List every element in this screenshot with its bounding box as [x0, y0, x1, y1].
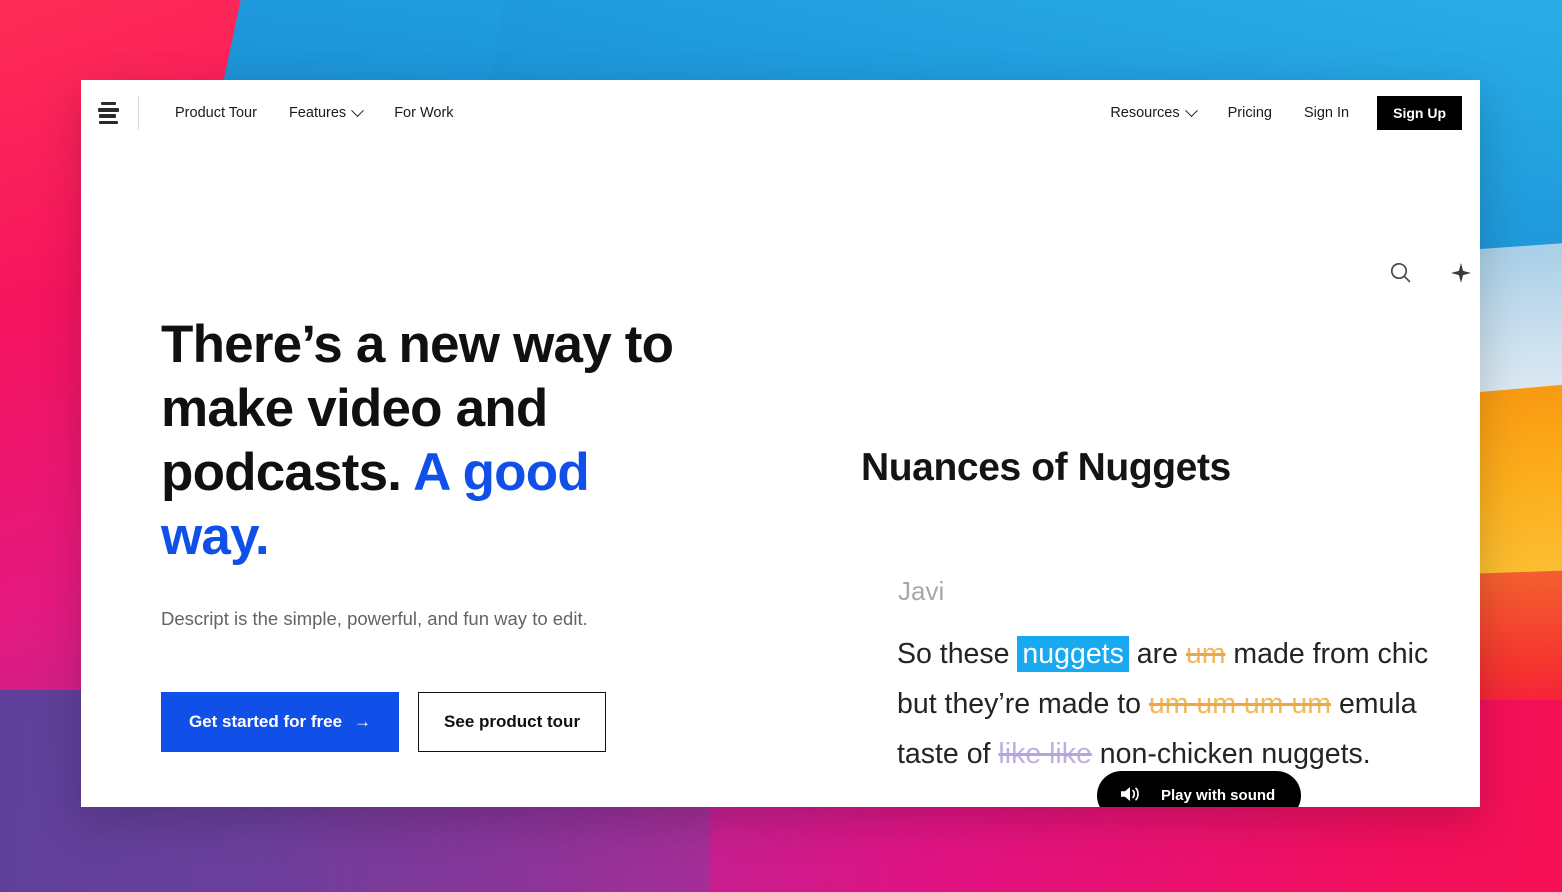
arrow-right-icon: →: [354, 712, 372, 731]
website-window: Product Tour Features For Work Resources…: [81, 80, 1480, 807]
transcript-line-2: but they’re made to um um um um emula: [897, 679, 1480, 729]
nav-link-product-tour-label: Product Tour: [175, 105, 257, 121]
sparkle-icon[interactable]: [1448, 260, 1474, 286]
nav-link-sign-in-label: Sign In: [1303, 105, 1350, 121]
mockup-speaker-label: Javi: [898, 576, 945, 606]
hero-subtitle: Descript is the simple, powerful, and fu…: [161, 608, 588, 629]
sign-up-button[interactable]: Sign Up: [1377, 96, 1462, 130]
transcript-text: So these: [897, 638, 1018, 670]
site-navigation-bar: Product Tour Features For Work Resources…: [81, 80, 1480, 146]
hero-cta-group: Get started for free → See product tour: [161, 692, 681, 752]
mockup-document-title: Nuances of Nuggets: [861, 446, 1231, 489]
get-started-for-free-button[interactable]: Get started for free →: [161, 692, 400, 752]
nav-right-group: Resources Pricing Sign In Sign Up: [1094, 80, 1462, 146]
chevron-down-icon: [351, 103, 365, 117]
transcript-text: are: [1128, 638, 1186, 670]
nav-divider: [138, 96, 139, 130]
descript-logo-icon[interactable]: [98, 102, 120, 124]
transcript-text: non-chicken nuggets.: [1091, 738, 1371, 770]
transcript-text: emula: [1331, 688, 1417, 720]
nav-link-for-work[interactable]: For Work: [378, 80, 469, 146]
mockup-transcript[interactable]: So these nuggets are um made from chic b…: [897, 629, 1480, 779]
nav-link-resources[interactable]: Resources: [1094, 80, 1211, 146]
selected-word-highlight[interactable]: nuggets: [1017, 636, 1129, 672]
search-icon[interactable]: [1388, 260, 1414, 286]
transcript-text: made from chic: [1225, 638, 1429, 670]
nav-link-pricing-label: Pricing: [1227, 105, 1272, 121]
filler-word-strikethrough: um: [1185, 638, 1226, 670]
filler-word-strikethrough: um um um um: [1148, 688, 1332, 720]
nav-left-group: Product Tour Features For Work: [98, 80, 470, 146]
page-title: There’s a new way to make video and podc…: [161, 313, 681, 569]
transcript-line-1: So these nuggets are um made from chic: [897, 629, 1480, 679]
nav-link-resources-label: Resources: [1110, 105, 1180, 121]
get-started-label: Get started for free: [189, 712, 343, 731]
nav-link-pricing[interactable]: Pricing: [1212, 80, 1288, 146]
play-with-sound-button[interactable]: Play with sound: [1097, 771, 1302, 808]
nav-link-product-tour[interactable]: Product Tour: [159, 80, 273, 146]
speaker-sound-icon: [1119, 784, 1141, 808]
see-product-tour-button[interactable]: See product tour: [418, 692, 607, 752]
hero-copy-column: There’s a new way to make video and podc…: [161, 313, 681, 752]
chevron-down-icon: [1184, 103, 1198, 117]
app-mockup: Nuances of Nuggets Javi So these nuggets…: [701, 146, 1480, 807]
nav-link-sign-in[interactable]: Sign In: [1288, 80, 1365, 146]
like-word-strikethrough: like like: [998, 738, 1092, 770]
nav-link-features[interactable]: Features: [273, 80, 378, 146]
hero-section: There’s a new way to make video and podc…: [81, 146, 1480, 807]
play-with-sound-label: Play with sound: [1161, 787, 1276, 804]
nav-link-for-work-label: For Work: [394, 105, 454, 121]
transcript-text: but they’re made to: [897, 688, 1149, 720]
mockup-toolbar: [1388, 260, 1471, 286]
nav-link-features-label: Features: [288, 105, 347, 121]
transcript-text: taste of: [897, 738, 999, 770]
